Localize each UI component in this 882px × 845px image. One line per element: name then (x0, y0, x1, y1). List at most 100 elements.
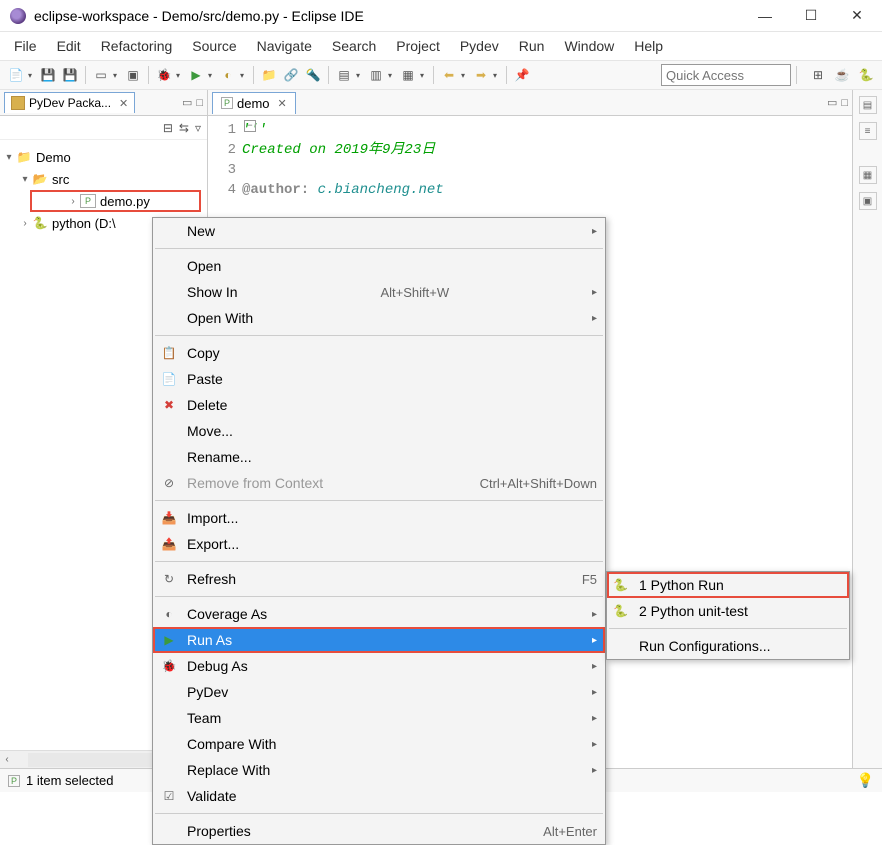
minimize-editor-icon[interactable]: ▭ (827, 96, 837, 109)
interpreter-label: python (D:\ (52, 216, 116, 231)
submenu-1-python-run[interactable]: 🐍1 Python Run (607, 572, 849, 598)
save-icon[interactable]: 💾 (38, 65, 58, 85)
ctx-move-[interactable]: Move... (153, 418, 605, 444)
new-icon[interactable]: 📄 (6, 65, 26, 85)
app-icon (10, 8, 26, 24)
link-editor-icon[interactable]: ⇆ (179, 121, 189, 135)
tool-icon[interactable]: ▤ (334, 65, 354, 85)
view3-icon[interactable]: ▦ (859, 166, 877, 184)
menu-window[interactable]: Window (554, 34, 624, 58)
tree-folder[interactable]: ▾ 📂 src (0, 168, 207, 190)
run-icon[interactable]: ▶ (186, 65, 206, 85)
tool3-icon[interactable]: ▦ (398, 65, 418, 85)
coverage-icon[interactable]: ◐ (218, 65, 238, 85)
ctx-open[interactable]: Open (153, 253, 605, 279)
menu-refactoring[interactable]: Refactoring (91, 34, 183, 58)
close-button[interactable]: ✕ (834, 1, 880, 31)
package-explorer-icon (11, 96, 25, 110)
perspective-icon[interactable]: ⊞ (808, 65, 828, 85)
ctx-export-[interactable]: 📤Export... (153, 531, 605, 557)
close-icon[interactable]: ✕ (278, 97, 287, 110)
package-explorer-label: PyDev Packa... (29, 96, 111, 110)
ctx-show-in[interactable]: Show InAlt+Shift+W▸ (153, 279, 605, 305)
menu-source[interactable]: Source (182, 34, 246, 58)
maximize-button[interactable]: ☐ (788, 1, 834, 31)
ctx-copy[interactable]: 📋Copy (153, 340, 605, 366)
ctx-run-as[interactable]: ▶Run As▸ (153, 627, 605, 653)
tree-project[interactable]: ▾ 📁 Demo (0, 146, 207, 168)
search-icon[interactable]: 🔦 (303, 65, 323, 85)
run-as-submenu: 🐍1 Python Run🐍2 Python unit-test Run Conf… (606, 571, 850, 660)
window-title: eclipse-workspace - Demo/src/demo.py - E… (34, 8, 742, 24)
menu-search[interactable]: Search (322, 34, 386, 58)
python-file-icon: P (8, 775, 20, 787)
menu-edit[interactable]: Edit (47, 34, 91, 58)
menu-project[interactable]: Project (386, 34, 450, 58)
ctx-refresh[interactable]: ↻RefreshF5 (153, 566, 605, 592)
package-explorer-tab[interactable]: PyDev Packa... ✕ (4, 92, 135, 113)
ctx-replace-with[interactable]: Replace With▸ (153, 757, 605, 783)
view4-icon[interactable]: ▣ (859, 192, 877, 210)
menu-run[interactable]: Run (509, 34, 555, 58)
status-text: 1 item selected (26, 773, 113, 788)
collapse-all-icon[interactable]: ⊟ (163, 121, 173, 135)
pin-icon[interactable]: 📌 (512, 65, 532, 85)
context-menu: New▸ OpenShow InAlt+Shift+W▸Open With▸ 📋Co… (152, 217, 606, 845)
menu-pydev[interactable]: Pydev (450, 34, 509, 58)
link-icon[interactable]: 🔗 (281, 65, 301, 85)
right-trim: ▤ ≡ ▦ ▣ (852, 90, 882, 768)
outline-view-icon[interactable]: ▤ (859, 96, 877, 114)
tasks-view-icon[interactable]: ≡ (859, 122, 877, 140)
ctx-rename-[interactable]: Rename... (153, 444, 605, 470)
tree-file[interactable]: › P demo.py (30, 190, 201, 212)
python-file-icon: P (80, 194, 96, 208)
back-icon[interactable]: ⬅ (439, 65, 459, 85)
main-toolbar: 📄▾ 💾 💾 ▭▾ ▣ 🐞▾ ▶▾ ◐▾ 📁 🔗 🔦 ▤▾ ▥▾ ▦▾ ⬅▾ ➡… (0, 60, 882, 90)
view-menu-icon[interactable]: ▿ (195, 121, 201, 135)
ctx-paste[interactable]: 📄Paste (153, 366, 605, 392)
quick-access-input[interactable] (661, 64, 791, 86)
ctx-coverage-as[interactable]: ◐Coverage As▸ (153, 601, 605, 627)
menu-navigate[interactable]: Navigate (247, 34, 322, 58)
folder-label: src (52, 172, 69, 187)
tip-bulb-icon[interactable]: 💡 (857, 772, 874, 789)
debug-icon[interactable]: 🐞 (154, 65, 174, 85)
forward-icon[interactable]: ➡ (471, 65, 491, 85)
ctx-import-[interactable]: 📥Import... (153, 505, 605, 531)
submenu-run-configurations-[interactable]: Run Configurations... (607, 633, 849, 659)
project-label: Demo (36, 150, 71, 165)
ctx-team[interactable]: Team▸ (153, 705, 605, 731)
java-perspective-icon[interactable]: ☕ (832, 65, 852, 85)
menu-help[interactable]: Help (624, 34, 673, 58)
minimize-view-icon[interactable]: ▭ (182, 96, 192, 109)
project-icon: 📁 (16, 150, 32, 164)
close-icon[interactable]: ✕ (119, 97, 128, 110)
ctx-delete[interactable]: ✖Delete (153, 392, 605, 418)
ctx-validate[interactable]: ☑Validate (153, 783, 605, 809)
maximize-editor-icon[interactable]: □ (841, 97, 848, 109)
menu-file[interactable]: File (4, 34, 47, 58)
pydev-perspective-icon[interactable]: 🐍 (856, 65, 876, 85)
ctx-remove-from-context: ⊘Remove from ContextCtrl+Alt+Shift+Down (153, 470, 605, 496)
editor-tab-label: demo (237, 96, 270, 111)
ctx-pydev[interactable]: PyDev▸ (153, 679, 605, 705)
new-folder-icon[interactable]: 📁 (259, 65, 279, 85)
folder-icon: 📂 (32, 172, 48, 186)
ctx-properties[interactable]: PropertiesAlt+Enter (153, 818, 605, 844)
package-icon[interactable]: ▣ (123, 65, 143, 85)
ctx-new[interactable]: New▸ (153, 218, 605, 244)
menubar: FileEditRefactoringSourceNavigateSearchP… (0, 32, 882, 60)
file-label: demo.py (100, 194, 150, 209)
fold-marker-icon[interactable]: − (244, 120, 256, 132)
submenu-2-python-unit-test[interactable]: 🐍2 Python unit-test (607, 598, 849, 624)
ctx-open-with[interactable]: Open With▸ (153, 305, 605, 331)
maximize-view-icon[interactable]: □ (196, 97, 203, 109)
title-bar: eclipse-workspace - Demo/src/demo.py - E… (0, 0, 882, 32)
ctx-compare-with[interactable]: Compare With▸ (153, 731, 605, 757)
minimize-button[interactable]: — (742, 1, 788, 31)
editor-tab[interactable]: P demo ✕ (212, 92, 296, 114)
tool2-icon[interactable]: ▥ (366, 65, 386, 85)
ctx-debug-as[interactable]: 🐞Debug As▸ (153, 653, 605, 679)
module-icon[interactable]: ▭ (91, 65, 111, 85)
save-all-icon[interactable]: 💾 (60, 65, 80, 85)
